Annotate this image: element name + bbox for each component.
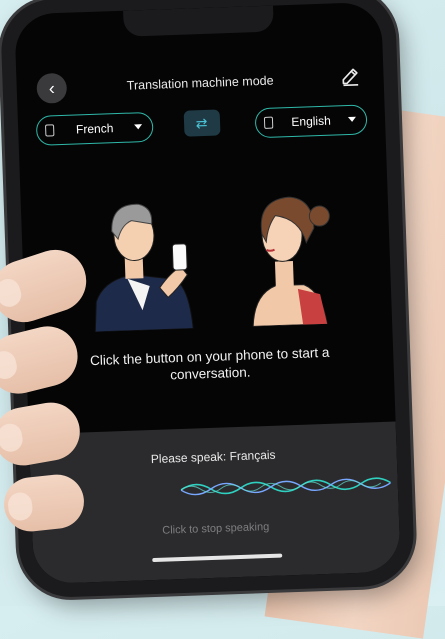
device-icon [45, 124, 55, 137]
speak-prompt: Please speak: Français [150, 447, 276, 467]
swap-languages-button[interactable]: ⇄ [183, 109, 221, 137]
swap-arrows-icon: ⇄ [195, 114, 208, 131]
target-language-select[interactable]: English [254, 104, 368, 139]
woman-figure [252, 196, 330, 327]
stop-speaking-button[interactable]: Click to stop speaking [32, 516, 399, 541]
target-language-label: English [291, 113, 331, 129]
instruction-text: Click the button on your phone to start … [89, 344, 330, 383]
conversation-illustration [94, 196, 330, 333]
man-figure [94, 203, 194, 333]
source-language-label: French [75, 121, 114, 137]
source-language-select[interactable]: French [35, 111, 154, 146]
caret-down-icon [347, 116, 357, 122]
device-icon [263, 116, 274, 129]
voice-panel: Please speak: Français Click to stop spe… [28, 421, 401, 585]
caret-down-icon [134, 124, 143, 130]
home-indicator [151, 553, 282, 563]
top-bar: ‹ Translation machine mode [16, 58, 384, 111]
audio-waveform [180, 477, 392, 496]
page-title: Translation machine mode [126, 73, 274, 93]
notch [122, 5, 274, 37]
pencil-icon[interactable] [339, 64, 362, 87]
language-selector-row: French ⇄ English [35, 104, 368, 146]
